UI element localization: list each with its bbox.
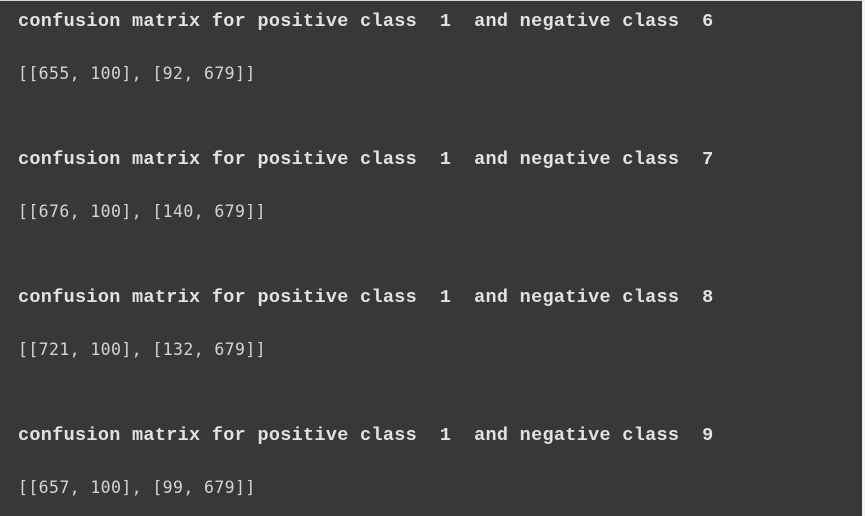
confusion-matrix-header: confusion matrix for positive class 1 an… [18, 425, 714, 446]
confusion-matrix-values: [[655, 100], [92, 679]] [18, 64, 256, 83]
confusion-matrix-header: confusion matrix for positive class 1 an… [18, 149, 714, 170]
confusion-matrix-values: [[721, 100], [132, 679]] [18, 340, 267, 359]
cell-output-area: confusion matrix for positive class 1 an… [0, 0, 862, 516]
confusion-matrix-values: [[676, 100], [140, 679]] [18, 202, 267, 221]
confusion-matrix-header: confusion matrix for positive class 1 an… [18, 287, 714, 308]
confusion-matrix-header: confusion matrix for positive class 1 an… [18, 11, 714, 32]
confusion-matrix-values: [[657, 100], [99, 679]] [18, 478, 256, 497]
